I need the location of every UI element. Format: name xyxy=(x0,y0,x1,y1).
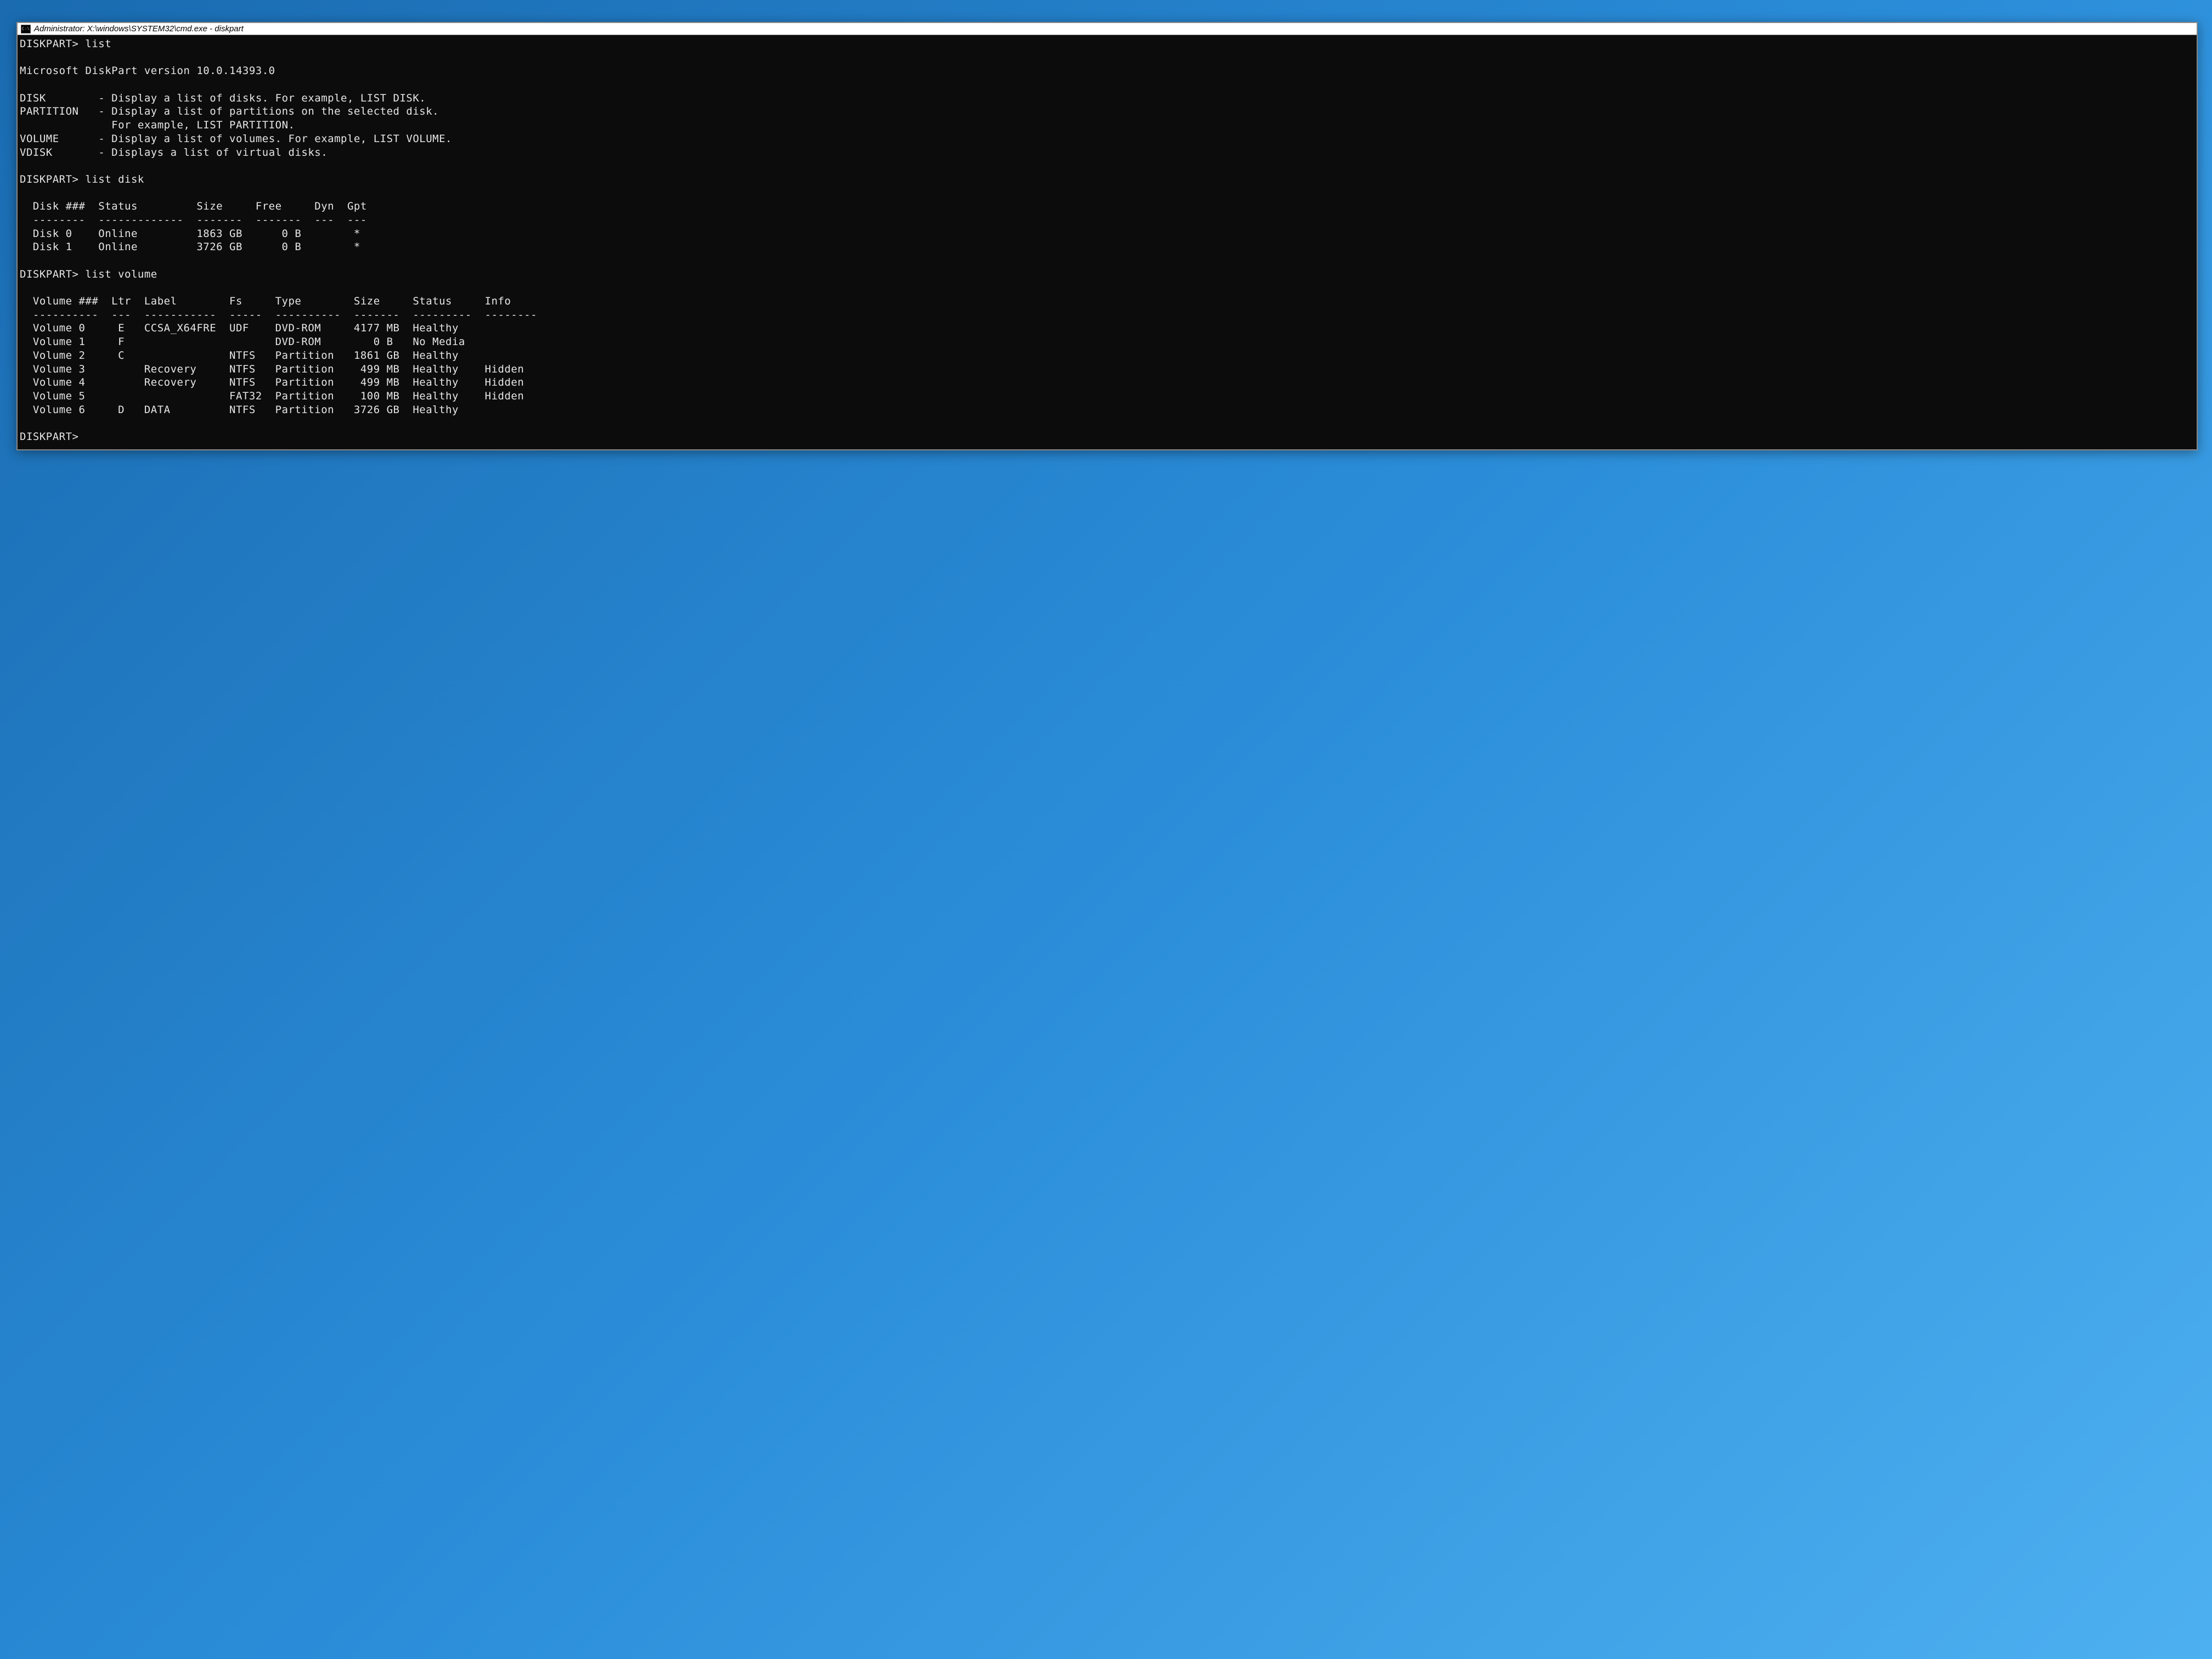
help-partition-desc1: - Display a list of partitions on the se… xyxy=(98,105,439,117)
version-line: Microsoft DiskPart version 10.0.14393.0 xyxy=(20,65,275,77)
volume-row: Volume 1 F DVD-ROM 0 B No Media xyxy=(20,336,465,348)
help-disk-desc: - Display a list of disks. For example, … xyxy=(98,92,426,104)
help-partition-key: PARTITION xyxy=(20,105,78,117)
prompt: DISKPART> xyxy=(20,268,78,280)
cmd-list-volume: list volume xyxy=(85,268,157,280)
volume-row: Volume 3 Recovery NTFS Partition 499 MB … xyxy=(20,363,524,375)
prompt: DISKPART> xyxy=(20,431,78,443)
volume-row: Volume 5 FAT32 Partition 100 MB Healthy … xyxy=(20,390,524,402)
help-volume-key: VOLUME xyxy=(20,133,59,145)
cmd-window: C:\ Administrator: X:\windows\SYSTEM32\c… xyxy=(16,22,2198,450)
cmd-list: list xyxy=(85,38,111,50)
help-partition-desc2: For example, LIST PARTITION. xyxy=(98,119,295,131)
disk-table-sep: -------- ------------- ------- ------- -… xyxy=(20,214,367,226)
volume-table-sep: ---------- --- ----------- ----- -------… xyxy=(20,309,537,321)
titlebar[interactable]: C:\ Administrator: X:\windows\SYSTEM32\c… xyxy=(18,23,2197,35)
terminal-output[interactable]: DISKPART> list Microsoft DiskPart versio… xyxy=(18,35,2197,449)
volume-table-header: Volume ### Ltr Label Fs Type Size Status… xyxy=(20,295,511,307)
volume-row: Volume 0 E CCSA_X64FRE UDF DVD-ROM 4177 … xyxy=(20,322,459,334)
volume-row: Volume 4 Recovery NTFS Partition 499 MB … xyxy=(20,376,524,388)
disk-row: Disk 1 Online 3726 GB 0 B * xyxy=(20,241,360,253)
help-volume-desc: - Display a list of volumes. For example… xyxy=(98,133,452,145)
disk-row: Disk 0 Online 1863 GB 0 B * xyxy=(20,228,360,240)
volume-row: Volume 6 D DATA NTFS Partition 3726 GB H… xyxy=(20,404,459,416)
help-vdisk-key: VDISK xyxy=(20,146,53,159)
prompt: DISKPART> xyxy=(20,173,78,185)
help-disk-key: DISK xyxy=(20,92,46,104)
help-vdisk-desc: - Displays a list of virtual disks. xyxy=(98,146,328,159)
prompt: DISKPART> xyxy=(20,38,78,50)
cmd-list-disk: list disk xyxy=(85,173,144,185)
window-title: Administrator: X:\windows\SYSTEM32\cmd.e… xyxy=(34,24,244,33)
disk-table-header: Disk ### Status Size Free Dyn Gpt xyxy=(20,200,367,212)
volume-row: Volume 2 C NTFS Partition 1861 GB Health… xyxy=(20,349,459,362)
cmd-icon: C:\ xyxy=(21,25,31,33)
